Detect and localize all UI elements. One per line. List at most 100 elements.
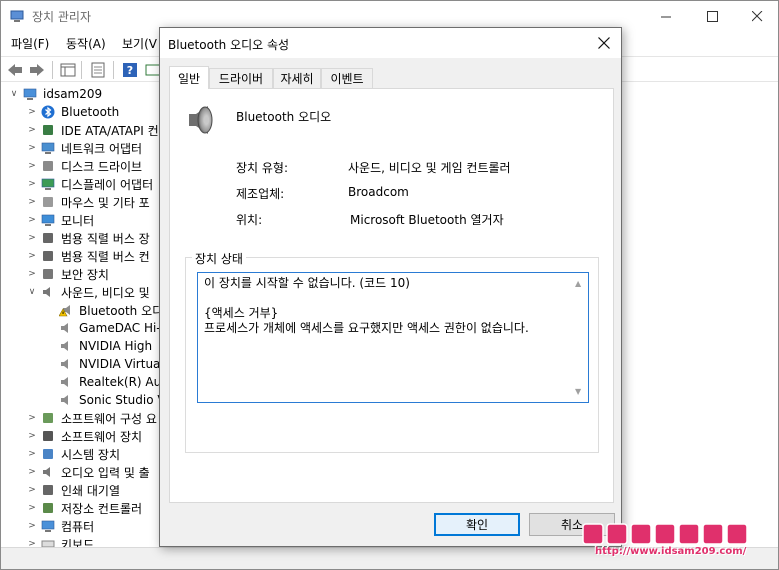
display-adapter-icon (41, 177, 57, 191)
speaker-icon (59, 393, 75, 407)
back-arrow-icon (8, 64, 22, 76)
tab-driver[interactable]: 드라이버 (209, 68, 273, 88)
tree-item[interactable]: > 디스플레이 어댑터 (25, 175, 153, 193)
network-adapter-icon (41, 141, 57, 155)
tree-item[interactable]: > 마우스 및 기타 포 (25, 193, 150, 211)
maximize-button[interactable] (689, 1, 735, 31)
audio-io-icon (41, 465, 57, 479)
expand-chevron-icon[interactable]: > (25, 233, 39, 243)
tree-item-label: NVIDIA High (79, 339, 153, 353)
expand-chevron-icon[interactable]: > (25, 503, 39, 513)
tree-item[interactable]: ∨ 사운드, 비디오 및 (25, 283, 150, 301)
scroll-down-icon[interactable]: ▼ (575, 384, 581, 399)
tree-item[interactable]: > Bluetooth (25, 103, 119, 121)
device-status-textbox[interactable]: 이 장치를 시작할 수 없습니다. (코드 10) {액세스 거부} 프로세스가… (197, 272, 589, 403)
computer-icon (23, 87, 39, 101)
tree-item[interactable]: > 범용 직렬 버스 컨 (25, 247, 150, 265)
properties-icon (91, 62, 105, 78)
expand-chevron-icon[interactable]: > (25, 449, 39, 459)
tree-item[interactable]: > IDE ATA/ATAPI 컨 (25, 121, 159, 139)
collapse-chevron-icon[interactable]: ∨ (25, 287, 39, 297)
tree-item[interactable]: NVIDIA Virtua (43, 355, 160, 373)
expand-chevron-icon[interactable]: > (25, 179, 39, 189)
speaker-icon (59, 339, 75, 353)
minimize-button[interactable] (643, 1, 689, 31)
expand-chevron-icon[interactable]: > (25, 413, 39, 423)
show-hide-console-tree-button[interactable] (59, 61, 77, 79)
device-manager-app-icon (10, 9, 24, 23)
menu-file[interactable]: 파일(F) (11, 35, 49, 52)
ok-button[interactable]: 확인 (434, 513, 520, 536)
forward-button[interactable] (28, 61, 46, 79)
expand-chevron-icon[interactable]: > (25, 107, 39, 117)
close-icon (598, 37, 610, 49)
tree-item-label: IDE ATA/ATAPI 컨 (61, 123, 159, 138)
collapse-chevron-icon[interactable]: ∨ (7, 89, 21, 99)
dialog-close-button[interactable] (587, 28, 621, 58)
tree-item[interactable]: > 디스크 드라이브 (25, 157, 142, 175)
device-status-group: 장치 상태 이 장치를 시작할 수 없습니다. (코드 10) {액세스 거부}… (185, 250, 599, 453)
device-name: Bluetooth 오디오 (236, 110, 332, 124)
status-line: {액세스 거부} (204, 306, 279, 320)
tree-item[interactable]: > 시스템 장치 (25, 445, 120, 463)
expand-chevron-icon[interactable]: > (25, 467, 39, 477)
expand-chevron-icon[interactable]: > (25, 215, 39, 225)
tree-item[interactable]: > 보안 장치 (25, 265, 109, 283)
console-tree-icon (60, 63, 76, 77)
tree-item[interactable]: > 인쇄 대기열 (25, 481, 120, 499)
bluetooth-icon (41, 105, 57, 119)
tree-item[interactable]: > 소프트웨어 구성 요 (25, 409, 157, 427)
expand-chevron-icon[interactable]: > (25, 125, 39, 135)
tree-item-label: 소프트웨어 구성 요 (61, 411, 157, 426)
speaker-warning-icon (58, 303, 75, 317)
tree-item-label: 범용 직렬 버스 장 (61, 231, 150, 246)
expand-chevron-icon[interactable]: > (25, 161, 39, 171)
tree-item[interactable]: > 컴퓨터 (25, 517, 94, 535)
tree-item[interactable]: Realtek(R) Au (43, 373, 161, 391)
menu-view[interactable]: 보기(V (122, 35, 157, 52)
tab-events[interactable]: 이벤트 (321, 68, 373, 88)
help-button[interactable]: ? (121, 61, 139, 79)
tree-item[interactable]: Sonic Studio V (43, 391, 166, 409)
expand-chevron-icon[interactable]: > (25, 521, 39, 531)
expand-chevron-icon[interactable]: > (25, 431, 39, 441)
tree-item-label: 오디오 입력 및 출 (61, 465, 150, 480)
tree-item[interactable]: Bluetooth 오디 (43, 301, 163, 319)
tree-item-label: 마우스 및 기타 포 (61, 195, 150, 210)
tree-item-label: Bluetooth (61, 105, 120, 119)
close-window-button[interactable] (734, 1, 779, 31)
expand-chevron-icon[interactable]: > (25, 143, 39, 153)
menu-action[interactable]: 동작(A) (66, 35, 106, 52)
device-type-value: 사운드, 비디오 및 게임 컨트롤러 (348, 161, 511, 175)
status-line (204, 291, 582, 306)
status-line: 프로세스가 개체에 액세스를 요구했지만 액세스 권한이 없습니다. (204, 321, 529, 335)
tree-item[interactable]: > 네트워크 어댑터 (25, 139, 142, 157)
expand-chevron-icon[interactable]: > (25, 269, 39, 279)
expand-chevron-icon[interactable]: > (25, 485, 39, 495)
tree-item[interactable]: > 모니터 (25, 211, 94, 229)
tree-item-label: 시스템 장치 (61, 447, 121, 462)
back-button[interactable] (6, 61, 24, 79)
properties-button[interactable] (89, 61, 107, 79)
tree-item[interactable]: > 소프트웨어 장치 (25, 427, 142, 445)
speaker-icon (59, 357, 75, 371)
scroll-up-icon[interactable]: ▲ (575, 276, 581, 291)
tree-item-label: Realtek(R) Au (79, 375, 162, 389)
tab-general[interactable]: 일반 (169, 66, 209, 89)
watermark-url: http://www.idsam209.com/ (595, 546, 747, 557)
devmgr-title: 장치 관리자 (32, 10, 92, 24)
tree-item[interactable]: GameDAC Hi- (43, 319, 161, 337)
disk-drive-icon (41, 159, 57, 173)
tree-item[interactable]: ∨ idsam209 (7, 85, 102, 103)
status-scrollbar[interactable]: ▲ ▼ (572, 273, 588, 402)
tree-item[interactable]: > 저장소 컨트롤러 (25, 499, 142, 517)
tree-item-label: 범용 직렬 버스 컨 (61, 249, 150, 264)
tab-details[interactable]: 자세히 (273, 68, 321, 88)
tree-item-label: 컴퓨터 (61, 519, 95, 534)
toolbar-separator (81, 61, 82, 79)
tree-item[interactable]: NVIDIA High (43, 337, 152, 355)
expand-chevron-icon[interactable]: > (25, 197, 39, 207)
tree-item[interactable]: > 오디오 입력 및 출 (25, 463, 150, 481)
tree-item[interactable]: > 범용 직렬 버스 장 (25, 229, 150, 247)
expand-chevron-icon[interactable]: > (25, 251, 39, 261)
